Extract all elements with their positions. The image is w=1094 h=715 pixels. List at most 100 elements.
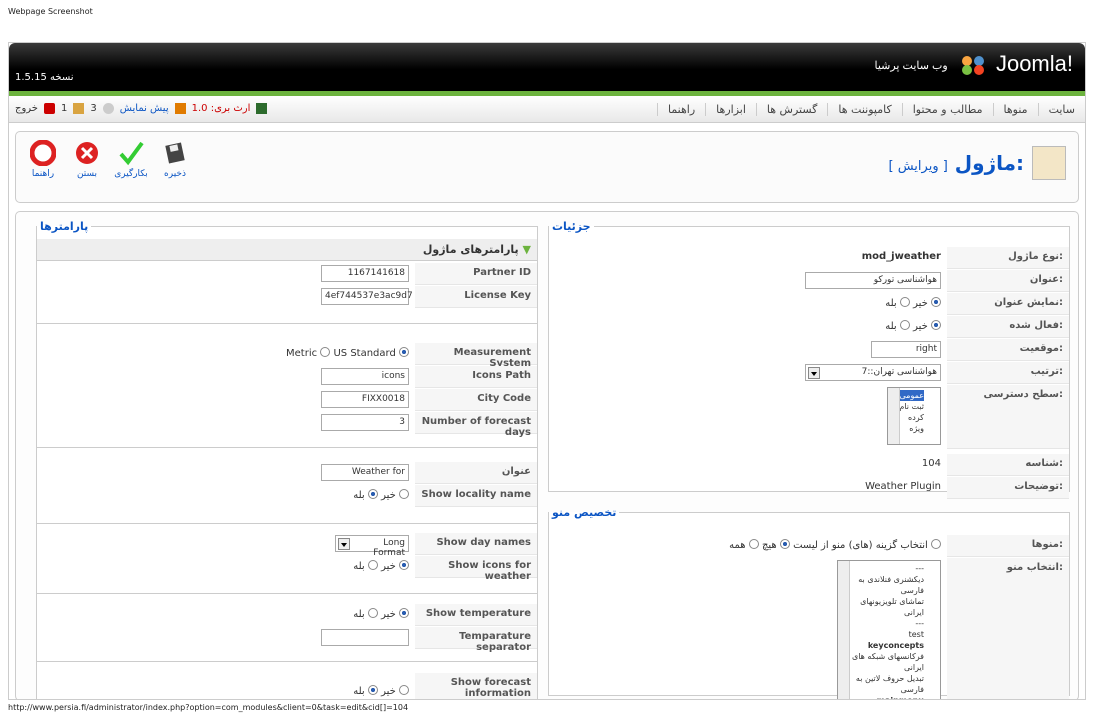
menu-item-menus[interactable]: منوها xyxy=(992,103,1038,116)
menu-item-site[interactable]: سایت xyxy=(1037,103,1085,116)
show-title-label: نمایش عنوان: xyxy=(947,293,1069,315)
temperature-yes-radio[interactable] xyxy=(399,608,409,618)
title-param-input[interactable]: Weather for xyxy=(321,464,409,481)
menu-option[interactable]: --- xyxy=(841,618,924,629)
chevron-down-icon[interactable] xyxy=(808,367,820,379)
icons-weather-yes-radio[interactable] xyxy=(399,560,409,570)
position-label: موقعیت: xyxy=(947,339,1069,361)
day-names-select[interactable]: Long Format xyxy=(335,535,409,558)
menu-option[interactable]: فرکانسهای شبکه های ایرانی xyxy=(841,651,924,673)
menus-none-radio[interactable] xyxy=(748,539,759,549)
show-title-yes-label: بله xyxy=(885,298,897,309)
preview-link[interactable]: پیش نمایش xyxy=(120,103,169,114)
upgrade-link[interactable]: ارث بری: 1.0 xyxy=(192,103,251,114)
enabled-no-radio[interactable] xyxy=(899,320,910,330)
menu-option[interactable]: keyconcepts xyxy=(841,640,924,651)
city-code-input[interactable]: FIXX0018 xyxy=(321,391,409,408)
save-label: ذخیره xyxy=(164,169,186,179)
menu-bar: سایت منوها مطالب و محتوا کامپوننت ها گست… xyxy=(9,96,1085,123)
status-bar: خروج 1 3 پیش نمایش ارث بری: 1.0 xyxy=(15,103,268,114)
locality-yes-label: بله xyxy=(353,490,365,501)
icons-path-input[interactable]: icons xyxy=(321,368,409,385)
menus-select-radio[interactable] xyxy=(779,539,790,549)
menu-item-components[interactable]: کامپوننت ها xyxy=(827,103,901,116)
menu-item-content[interactable]: مطالب و محتوا xyxy=(901,103,993,116)
users-online-count[interactable]: 3 xyxy=(90,103,96,114)
menus-all-radio[interactable] xyxy=(931,539,941,549)
us-standard-radio[interactable] xyxy=(399,347,409,357)
menu-option[interactable]: دیکشنری فنلاندی به فارسی xyxy=(841,574,924,596)
temperature-options: خیر بله xyxy=(353,604,409,626)
show-title-yes-radio[interactable] xyxy=(931,297,941,307)
menu-assignment-legend: تخصیص منو xyxy=(552,506,617,519)
menu-option[interactable]: تماشای تلویزیونهای ایرانی xyxy=(841,596,924,618)
menus-options: انتخاب گزینه (های) منو از لیست هیچ همه xyxy=(729,535,941,557)
access-scrollbar[interactable] xyxy=(888,388,900,444)
save-button[interactable]: ذخیره xyxy=(156,140,194,179)
joomla-mark-icon xyxy=(961,56,984,76)
access-label: سطح دسترسی: xyxy=(947,385,1069,449)
divider xyxy=(37,323,537,324)
row-module-type: نوع ماژول: mod_jweather xyxy=(549,247,1069,269)
partner-id-input[interactable]: 1167141618 xyxy=(321,265,409,282)
us-standard-label: US Standard xyxy=(333,348,396,359)
forecast-days-input[interactable]: 3 xyxy=(321,414,409,431)
chevron-down-icon[interactable] xyxy=(338,538,350,550)
temperature-no-radio[interactable] xyxy=(367,608,378,618)
joomla-logo[interactable]: وب سایت پرشیا Joomla! xyxy=(874,51,1073,77)
order-select[interactable]: 7::هواشناسی تهران xyxy=(805,364,941,381)
locality-no-radio[interactable] xyxy=(367,489,378,499)
menu-option[interactable]: تبدیل حروف لاتین به فارسی xyxy=(841,673,924,695)
locality-yes-radio[interactable] xyxy=(399,489,409,499)
row-license-key: License Key 4ef744537e3ac9d7 xyxy=(37,286,537,308)
check-icon xyxy=(119,141,144,166)
license-key-input[interactable]: 4ef744537e3ac9d7 xyxy=(321,288,413,305)
messages-count[interactable]: 1 xyxy=(61,103,67,114)
menu-option[interactable]: test xyxy=(841,629,924,640)
logout-link[interactable]: خروج xyxy=(15,103,38,114)
enabled-yes-radio[interactable] xyxy=(931,320,941,330)
temp-separator-input[interactable] xyxy=(321,629,409,646)
toolbar: راهنما بستن بکارگیری ذخیره xyxy=(24,140,194,179)
apply-button[interactable]: بکارگیری xyxy=(112,140,150,179)
page-title-main: ماژول: xyxy=(954,151,1024,175)
metric-label: Metric xyxy=(286,348,318,359)
metric-radio[interactable] xyxy=(320,347,331,357)
icons-weather-no-radio[interactable] xyxy=(367,560,378,570)
menu-selection-scrollbar[interactable] xyxy=(838,561,850,699)
icons-weather-label: Show icons for weather xyxy=(415,556,537,582)
row-show-title: نمایش عنوان: خیر بله xyxy=(549,293,1069,315)
divider xyxy=(37,523,537,524)
measurement-options: Metric US Standard xyxy=(286,343,409,365)
menus-all-label: همه xyxy=(729,540,746,551)
triangle-down-icon: ▼ xyxy=(522,243,531,256)
menu-item-tools[interactable]: ابزارها xyxy=(705,103,756,116)
day-names-label: Show day names xyxy=(415,533,537,555)
description-value: Weather Plugin xyxy=(865,481,941,492)
edit-form: جزئیات نوع ماژول: mod_jweather عنوان: هو… xyxy=(15,211,1079,699)
page-title-text: [ ویرایش ] ماژول: xyxy=(889,151,1024,175)
show-title-no-radio[interactable] xyxy=(899,297,910,307)
page-title: [ ویرایش ] ماژول: xyxy=(889,146,1066,180)
menu-option[interactable]: mainmenu xyxy=(841,695,924,699)
divider xyxy=(37,447,537,448)
menu-option[interactable]: --- xyxy=(841,563,924,574)
row-day-names: Show day names Long Format xyxy=(37,533,537,558)
icons-weather-no-label: خیر xyxy=(381,561,396,572)
temperature-yes-label: بله xyxy=(353,609,365,620)
show-title-no-label: خیر xyxy=(913,298,928,309)
title-label: عنوان: xyxy=(947,270,1069,292)
id-value: 104 xyxy=(921,458,941,469)
forecast-no-radio[interactable] xyxy=(367,685,378,695)
module-params-header[interactable]: پارامترهای ماژول ▼ xyxy=(37,239,537,261)
enabled-label: فعال شده: xyxy=(947,316,1069,338)
menu-selection-listbox[interactable]: --- دیکشنری فنلاندی به فارسی تماشای تلوی… xyxy=(837,560,941,699)
access-listbox[interactable]: عمومی ثبت نام کرده ویژه xyxy=(887,387,941,445)
help-button[interactable]: راهنما xyxy=(24,140,62,179)
close-button[interactable]: بستن xyxy=(68,140,106,179)
forecast-yes-radio[interactable] xyxy=(399,685,409,695)
title-input[interactable]: هواشناسی تورکو xyxy=(805,272,941,289)
position-combobox[interactable]: right xyxy=(871,341,941,358)
menu-item-extensions[interactable]: گسترش ها xyxy=(755,103,828,116)
menu-item-help[interactable]: راهنما xyxy=(656,103,705,116)
